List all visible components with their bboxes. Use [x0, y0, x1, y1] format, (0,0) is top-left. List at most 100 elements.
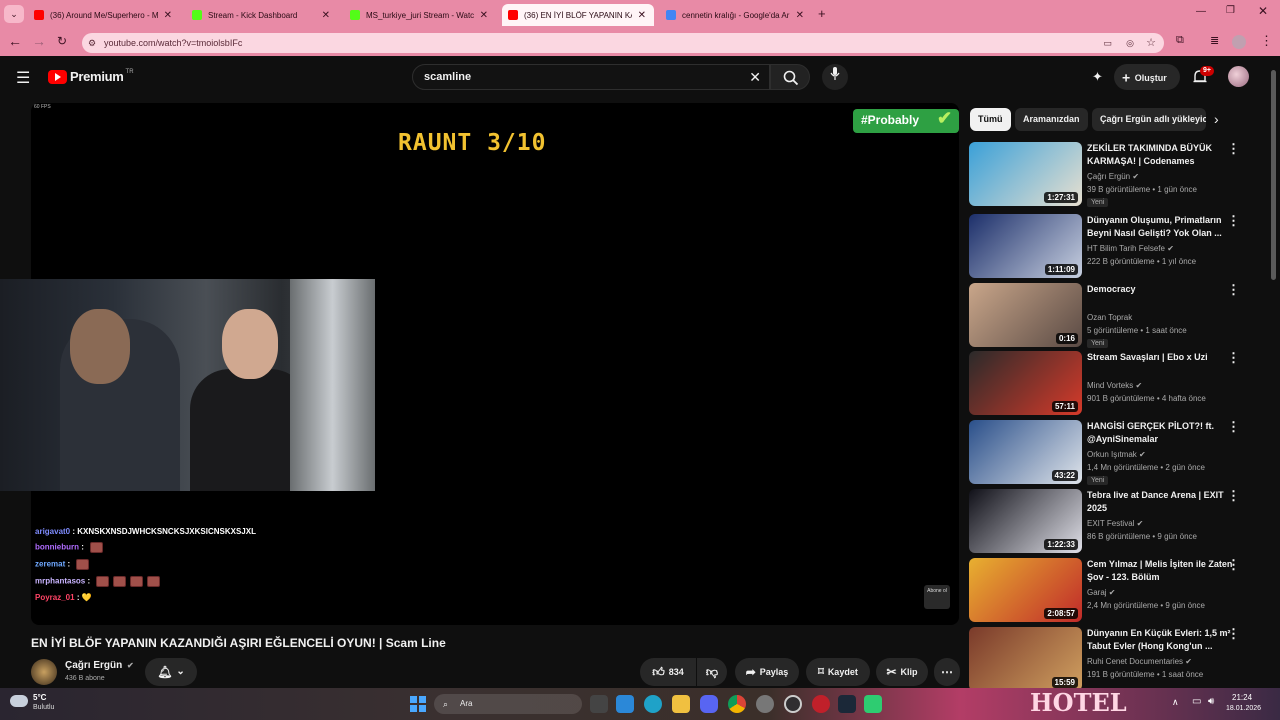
recommended-video[interactable]: 1:11:09 Dünyanın Oluşumu, Primatların Bey… [969, 214, 1259, 278]
ai-spark-icon[interactable]: ✦ [1092, 69, 1103, 85]
recommended-channel[interactable]: EXIT Festival ✔ [1087, 519, 1143, 528]
notifications-button[interactable]: 9+ [1190, 66, 1214, 88]
subscribe-watermark[interactable]: Abone ol [924, 585, 950, 609]
folder-icon[interactable] [672, 695, 690, 713]
recommended-title[interactable]: Tebra live at Dance Arena | EXIT 2025 [1087, 489, 1237, 515]
reading-list-icon[interactable]: ≣ [1210, 34, 1219, 47]
more-options-icon[interactable]: ⋮ [1227, 627, 1240, 640]
recommended-channel[interactable]: Çağrı Ergün ✔ [1087, 172, 1139, 181]
more-options-icon[interactable]: ⋮ [1227, 351, 1240, 364]
recommended-title[interactable]: Dünyanın En Küçük Evleri: 1,5 m² Tabut E… [1087, 627, 1237, 653]
site-info-icon[interactable]: ⚙ [88, 33, 96, 53]
new-tab-button[interactable]: + [818, 6, 826, 21]
clock-date[interactable]: 18.01.2026 [1226, 705, 1261, 712]
tab-close-icon[interactable]: ✕ [480, 10, 488, 21]
video-thumbnail[interactable]: 0:16 [969, 283, 1082, 347]
more-options-icon[interactable]: ⋮ [1227, 214, 1240, 227]
task-view-icon[interactable] [590, 695, 608, 713]
more-actions-button[interactable]: ⋯ [934, 658, 960, 686]
recommended-video[interactable]: 1:22:33 Tebra live at Dance Arena | EXIT … [969, 489, 1259, 553]
bookmark-star-icon[interactable]: ☆ [1146, 33, 1156, 53]
video-thumbnail[interactable]: 2:08:57 [969, 558, 1082, 622]
search-button[interactable] [770, 64, 810, 90]
chip-from-uploader[interactable]: Çağrı Ergün adlı yükleyic [1092, 108, 1206, 131]
recommended-video[interactable]: 0:16 Democracy Ozan Toprak 5 görüntüleme • … [969, 283, 1259, 348]
recommended-channel[interactable]: Ruhi Cenet Documentaries ✔ [1087, 657, 1192, 666]
steam-icon[interactable] [838, 695, 856, 713]
chevron-right-icon[interactable]: › [1214, 111, 1219, 127]
tab-close-icon[interactable]: ✕ [638, 10, 646, 21]
extensions-icon[interactable]: ⧉ [1176, 34, 1184, 47]
recommended-video[interactable]: 2:08:57 Cem Yılmaz | Melis İşiten ile Zat… [969, 558, 1259, 622]
profile-avatar-small[interactable] [1232, 35, 1246, 49]
browser-tab[interactable]: (36) EN İYİ BLÖF YAPANIN KAZ ✕ [502, 4, 654, 26]
voice-search-button[interactable] [822, 64, 848, 90]
volume-icon[interactable]: 🔊︎ [1208, 696, 1214, 707]
browser-tab[interactable]: (36) Around Me/Superhero - M ✕ [28, 4, 180, 26]
recommended-channel[interactable]: Mind Vorteks ✔ [1087, 381, 1142, 390]
recommended-title[interactable]: ZEKİLER TAKIMINDA BÜYÜK KARMAŞA! | Coden… [1087, 142, 1237, 168]
chip-all[interactable]: Tümü [970, 108, 1011, 131]
clear-search-icon[interactable]: ✕ [749, 65, 761, 89]
tab-close-icon[interactable]: ✕ [322, 10, 330, 21]
eye-off-icon[interactable]: ◎ [1126, 33, 1134, 53]
settings-icon[interactable] [756, 695, 774, 713]
tab-search-button[interactable]: ⌄ [4, 5, 24, 23]
subscription-bell-button[interactable]: 🔔︎ ⌄ [145, 658, 197, 686]
like-button[interactable]: 👍︎ 834 [640, 658, 696, 686]
forward-icon[interactable]: → [32, 33, 46, 49]
clip-button[interactable]: ✂ Klip [876, 658, 928, 686]
browser-tab[interactable]: Stream - Kick Dashboard ✕ [186, 4, 338, 26]
browser-menu-icon[interactable]: ⋮ [1260, 33, 1273, 49]
recommended-video[interactable]: 15:59 Dünyanın En Küçük Evleri: 1,5 m² Ta… [969, 627, 1259, 691]
dislike-button[interactable]: 👎︎ [697, 658, 727, 686]
more-options-icon[interactable]: ⋮ [1227, 558, 1240, 571]
recommended-title[interactable]: Cem Yılmaz | Melis İşiten ile Zaten Şov … [1087, 558, 1237, 584]
red-app-icon[interactable] [812, 695, 830, 713]
clock-time[interactable]: 21:24 [1232, 693, 1252, 702]
recommended-video[interactable]: 57:11 Stream Savaşları | Ebo x Uzi Mind Vo… [969, 351, 1259, 415]
back-icon[interactable]: ← [8, 33, 22, 49]
obs-icon[interactable] [784, 695, 802, 713]
file-icon[interactable] [616, 695, 634, 713]
hamburger-menu-icon[interactable]: ☰ [16, 68, 30, 88]
more-options-icon[interactable]: ⋮ [1227, 142, 1240, 155]
tray-chevron-icon[interactable]: ∧ [1172, 697, 1179, 708]
recommended-channel[interactable]: Ozan Toprak [1087, 313, 1132, 322]
recommended-title[interactable]: Stream Savaşları | Ebo x Uzi [1087, 351, 1237, 364]
cast-icon[interactable]: ▭ [1103, 33, 1112, 53]
reload-icon[interactable]: ↻ [57, 34, 67, 48]
more-options-icon[interactable]: ⋮ [1227, 283, 1240, 296]
more-options-icon[interactable]: ⋮ [1227, 489, 1240, 502]
network-icon[interactable]: ▭ [1192, 696, 1201, 707]
video-thumbnail[interactable]: 1:22:33 [969, 489, 1082, 553]
share-button[interactable]: ➦ Paylaş [735, 658, 799, 686]
recommended-title[interactable]: HANGİSİ GERÇEK PİLOT?! ft. @AyniSinemala… [1087, 420, 1237, 446]
page-scrollbar[interactable] [1271, 70, 1276, 280]
save-button[interactable]: ⌑ Kaydet [806, 658, 870, 686]
close-window-button[interactable]: ✕ [1258, 4, 1268, 18]
channel-avatar[interactable] [31, 659, 57, 685]
video-thumbnail[interactable]: 1:27:31 [969, 142, 1082, 206]
start-button[interactable] [410, 696, 426, 712]
channel-name[interactable]: Çağrı Ergün ✔ [65, 660, 134, 671]
browser-tab[interactable]: MS_turkiye_juri Stream - Watch ✕ [344, 4, 496, 26]
recommended-channel[interactable]: HT Bilim Tarih Felsefe ✔ [1087, 244, 1174, 253]
recommended-channel[interactable]: Garaj ✔ [1087, 588, 1116, 597]
recommended-title[interactable]: Dünyanın Oluşumu, Primatların Beyni Nası… [1087, 214, 1237, 240]
video-thumbnail[interactable]: 57:11 [969, 351, 1082, 415]
recommended-channel[interactable]: Orkun Işıtmak ✔ [1087, 450, 1146, 459]
chrome-icon[interactable] [728, 695, 746, 713]
discord-icon[interactable] [700, 695, 718, 713]
chip-from-search[interactable]: Aramanızdan [1015, 108, 1088, 131]
tab-close-icon[interactable]: ✕ [164, 10, 172, 21]
edge-icon[interactable] [644, 695, 662, 713]
recommended-video[interactable]: 43:22 HANGİSİ GERÇEK PİLOT?! ft. @AyniSin… [969, 420, 1259, 485]
maximize-button[interactable]: ❐ [1226, 5, 1235, 16]
address-bar[interactable]: ⚙ youtube.com/watch?v=tmoiolsbIFc ☆ ▭ ◎ [82, 33, 1164, 53]
create-button[interactable]: + Oluştur [1114, 64, 1180, 90]
tab-close-icon[interactable]: ✕ [796, 10, 804, 21]
account-avatar[interactable] [1228, 66, 1249, 87]
minimize-button[interactable]: — [1196, 6, 1206, 17]
recommended-title[interactable]: Democracy [1087, 283, 1237, 296]
